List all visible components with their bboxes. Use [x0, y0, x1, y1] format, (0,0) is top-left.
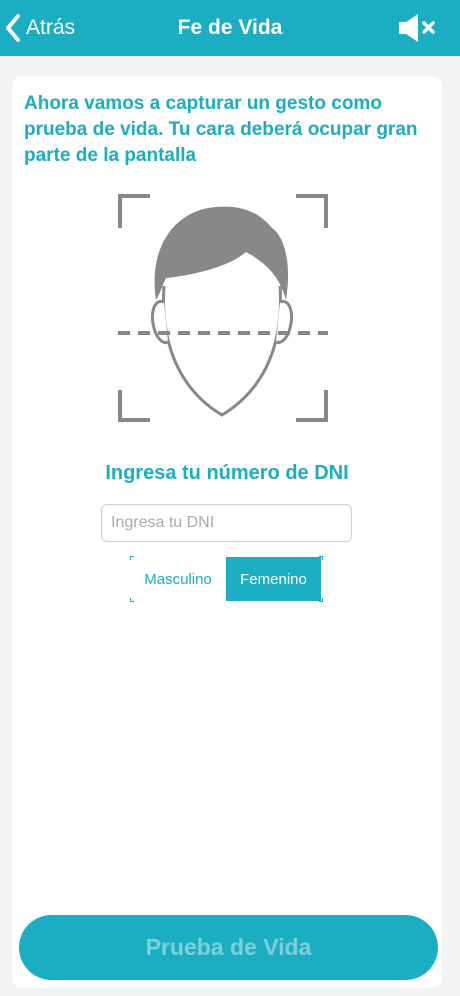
mute-button[interactable]	[398, 13, 438, 43]
face-outline	[162, 285, 282, 417]
back-button[interactable]: Atrás	[4, 10, 75, 46]
dni-input[interactable]	[101, 504, 352, 542]
frame-corner-bottom-right	[296, 390, 328, 422]
hair-shape	[154, 206, 289, 300]
frame-corner-bottom-left	[118, 390, 150, 422]
frame-corner-top-right	[296, 194, 328, 228]
gender-option-masculino[interactable]: Masculino	[130, 557, 226, 601]
top-bar: Atrás Fe de Vida	[0, 0, 460, 56]
screen: Atrás Fe de Vida Ahora vamos a capturar …	[0, 0, 460, 996]
speaker-muted-icon	[398, 14, 438, 47]
prueba-de-vida-button[interactable]: Prueba de Vida	[19, 915, 438, 980]
frame-corner-top-left	[118, 194, 150, 228]
chevron-left-icon	[4, 13, 22, 43]
gender-selector: Masculino Femenino	[130, 556, 323, 602]
dni-heading: Ingresa tu número de DNI	[105, 462, 349, 484]
content-card: Ahora vamos a capturar un gesto como pru…	[12, 76, 442, 988]
face-guide-illustration	[118, 194, 328, 424]
gender-option-femenino[interactable]: Femenino	[226, 557, 321, 601]
instruction-text: Ahora vamos a capturar un gesto como pru…	[24, 93, 418, 166]
back-label: Atrás	[26, 16, 76, 39]
